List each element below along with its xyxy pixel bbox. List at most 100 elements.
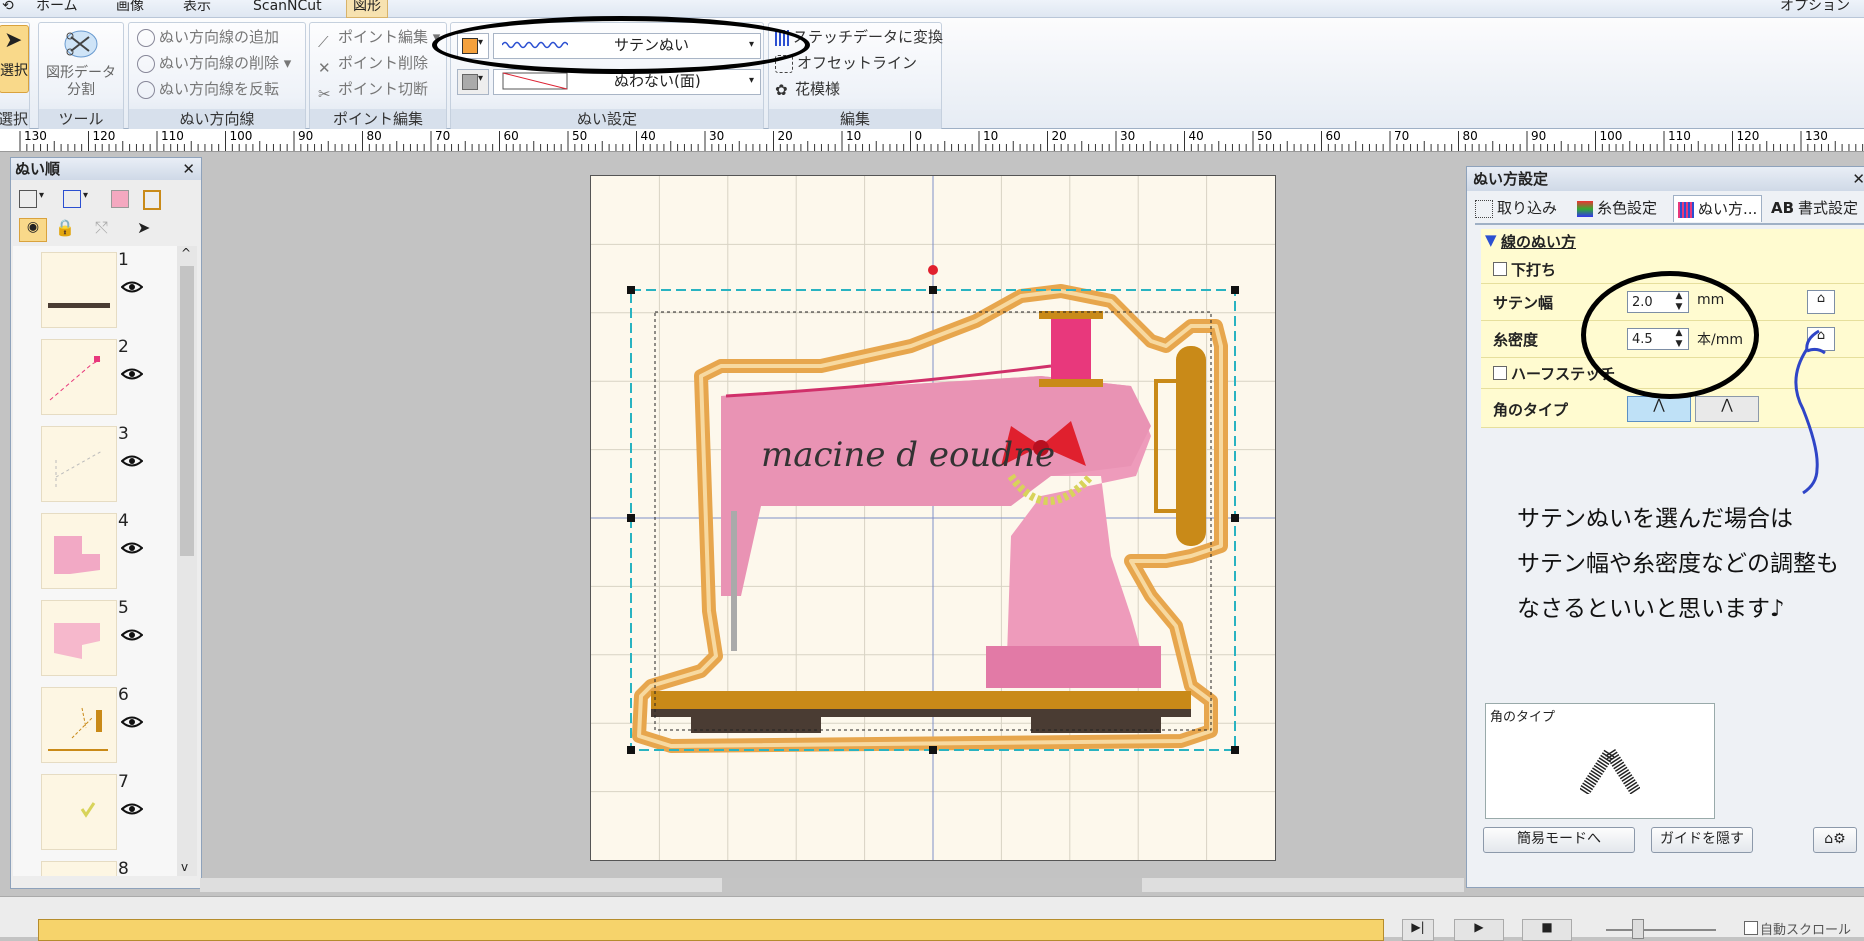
lock-icon[interactable]: 🔒 (55, 218, 75, 237)
ruler-label: 10 (983, 129, 998, 143)
group-icon[interactable] (63, 190, 81, 208)
tab-home[interactable]: ホーム (30, 0, 84, 17)
direction-group: ぬい方向線の追加 ぬい方向線の削除 ▾ ぬい方向線を反転 ぬい方向線 (128, 22, 306, 130)
rotate-handle[interactable] (928, 265, 938, 275)
play-icon[interactable]: ▶ (1454, 919, 1504, 941)
stop-icon[interactable]: ■ (1522, 919, 1572, 941)
ruler-label: 90 (1531, 129, 1546, 143)
annotation-text: サテンぬいを選んだ場合は サテン幅や糸密度などの調整も なさるといいと思います♪ (1517, 506, 1839, 622)
ruler-label: 130 (1805, 129, 1828, 143)
speed-slider-thumb[interactable] (1632, 919, 1644, 939)
eye-icon[interactable] (120, 628, 144, 642)
flower-pattern-button[interactable]: ✿ 花模様 (775, 77, 840, 101)
tab-format[interactable]: AB 書式設定 (1771, 195, 1858, 221)
cursor-icon[interactable]: ➤ (137, 218, 150, 237)
list-item[interactable]: 4 (13, 511, 173, 595)
eye-icon[interactable] (120, 715, 144, 729)
corner-type-b-button[interactable]: ⋀ (1695, 396, 1759, 422)
sew-order-scrollbar[interactable]: ^ v (177, 246, 197, 876)
cut-point[interactable]: ✂ ポイント切断 (318, 77, 428, 103)
close-icon[interactable]: ✕ (182, 158, 195, 180)
select-button[interactable]: ➤ 選択 (0, 25, 29, 93)
sew-thumbnail (41, 861, 117, 876)
sew-order-number: 7 (118, 772, 129, 792)
tab-view[interactable]: 表示 (177, 0, 217, 17)
list-item[interactable]: 5 (13, 598, 173, 682)
tab-shape[interactable]: 図形 (346, 0, 388, 18)
cursor-icon: ➤ (4, 28, 23, 53)
scroll-down-icon[interactable]: v (181, 860, 188, 874)
canvas-hscrollbar[interactable] (200, 878, 1464, 892)
list-item[interactable]: 7 (13, 772, 173, 856)
half-stitch-checkbox[interactable] (1493, 366, 1507, 380)
tab-image[interactable]: 画像 (110, 0, 150, 17)
sew-order-number: 4 (118, 511, 129, 531)
ruler-label: 0 (915, 129, 923, 143)
line-sew-section-header[interactable]: ▼ 線のぬい方 (1481, 229, 1864, 255)
list-item[interactable]: 3 (13, 424, 173, 508)
close-icon[interactable]: ✕ (1852, 167, 1864, 191)
auto-scroll-checkbox[interactable] (1744, 921, 1758, 935)
direction-add-icon (137, 28, 155, 47)
eye-icon[interactable] (120, 454, 144, 468)
app-menu-icon[interactable]: ⟲ (0, 0, 20, 17)
ruler-label: 20 (778, 129, 793, 143)
color-sort-icon[interactable] (111, 190, 129, 208)
eye-icon[interactable] (120, 367, 144, 381)
tab-import[interactable]: 取り込み (1475, 195, 1557, 221)
view-fit-icon[interactable] (19, 190, 37, 208)
delete-point[interactable]: ✕ ポイント削除 (318, 51, 428, 77)
chevron-down-icon[interactable]: ▾ (83, 190, 88, 201)
underlay-checkbox[interactable] (1493, 262, 1507, 276)
list-item[interactable]: 8 (13, 859, 173, 876)
point-edit-icon: ⟋ (318, 32, 329, 51)
sew-thumbnail (41, 774, 117, 850)
settings-home-icon[interactable]: ⌂⚙ (1813, 827, 1857, 853)
chevron-down-icon: ▾ (478, 73, 484, 84)
no-fill-icon (502, 72, 568, 90)
highlight-circle-combo (432, 16, 810, 74)
corner-type-a-button[interactable]: ⋀ (1627, 396, 1691, 422)
delete-direction-line[interactable]: ぬい方向線の削除 ▾ (137, 51, 291, 75)
eye-icon[interactable] (120, 280, 144, 294)
sew-method-icon (1678, 201, 1694, 218)
fill-color-picker[interactable]: ▾ (457, 69, 489, 95)
frame-icon[interactable] (143, 190, 161, 210)
scroll-thumb[interactable] (180, 266, 194, 556)
step-end-icon[interactable]: ▶| (1402, 919, 1434, 941)
hscroll-thumb[interactable] (722, 878, 1142, 892)
annotation-arrow (1794, 329, 1826, 495)
tab-sew-method[interactable]: ぬい方... (1673, 195, 1763, 222)
sew-thumbnail (41, 252, 117, 328)
list-item[interactable]: 2 (13, 337, 173, 421)
ruler-label: 60 (504, 129, 519, 143)
options-menu[interactable]: オプション (1774, 0, 1856, 17)
ruler-label: 20 (1052, 129, 1067, 143)
satin-corner-preview-icon (1580, 748, 1640, 794)
sew-order-toolbar-2: ◉ 🔒 ⤲ ➤ (19, 216, 195, 242)
eye-icon[interactable] (120, 802, 144, 816)
eye-icon[interactable] (120, 541, 144, 555)
add-direction-line[interactable]: ぬい方向線の追加 (137, 25, 279, 49)
tab-scanncut[interactable]: ScanNCut (247, 0, 328, 17)
ruler-label: 40 (641, 129, 656, 143)
speed-slider[interactable] (1606, 929, 1716, 931)
scroll-up-icon[interactable]: ^ (181, 246, 191, 260)
list-item[interactable]: 1 (13, 250, 173, 334)
direction-delete-icon (137, 54, 155, 73)
edit-point[interactable]: ⟋ ポイント編集 ▾ (318, 25, 440, 51)
flower-icon: ✿ (775, 80, 788, 99)
tab-thread-color[interactable]: 糸色設定 (1577, 195, 1657, 221)
chevron-down-icon[interactable]: ▾ (39, 190, 44, 201)
point-group: ⟋ ポイント編集 ▾ ✕ ポイント削除 ✂ ポイント切断 ポイント編集 (309, 22, 447, 130)
link-icon[interactable]: ⤲ (95, 218, 108, 238)
reverse-direction-line[interactable]: ぬい方向線を反転 (137, 77, 279, 101)
hide-guide-button[interactable]: ガイドを隠す (1651, 827, 1753, 853)
easy-mode-button[interactable]: 簡易モードへ (1483, 827, 1635, 853)
scissors-shape-icon (64, 30, 98, 58)
design-page[interactable]: macine d eoudne (590, 175, 1276, 861)
stitch-progress-bar[interactable] (38, 919, 1384, 941)
split-shape-button[interactable]: 図形データ分割 (43, 25, 119, 105)
list-item[interactable]: 6 (13, 685, 173, 769)
eye-toggle-icon[interactable]: ◉ (19, 218, 47, 242)
